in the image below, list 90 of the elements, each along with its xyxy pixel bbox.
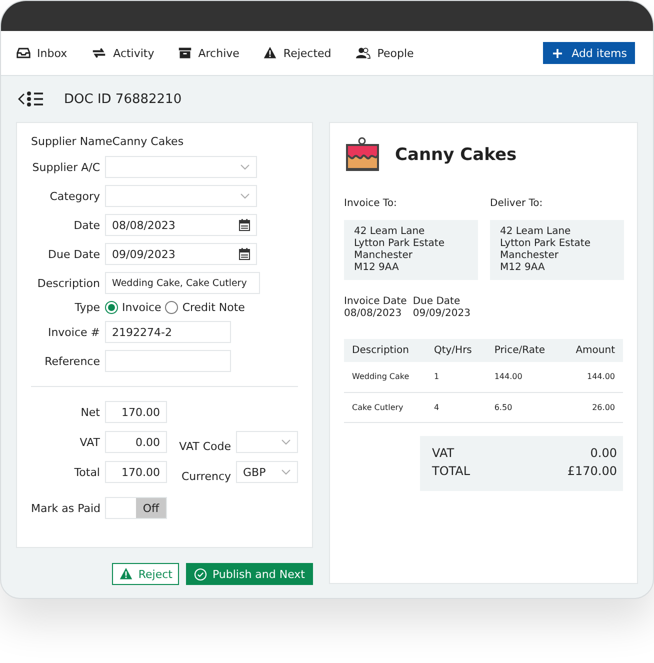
paid-toggle[interactable]: Off <box>105 497 167 519</box>
publish-button[interactable]: Publish and Next <box>186 563 313 585</box>
address-line: M12 9AA <box>500 262 546 274</box>
field-label: Invoice # <box>46 326 100 338</box>
date-field[interactable]: 08/08/2023 <box>105 214 257 236</box>
reject-button[interactable]: Reject <box>112 563 180 585</box>
warning-icon <box>263 46 278 60</box>
field-label: Total <box>73 466 100 478</box>
field-label: Supplier A/C <box>31 160 100 174</box>
column-header: Description <box>344 339 426 362</box>
table-cell: Cake Cutlery <box>344 392 426 422</box>
add-items-button[interactable]: Add items <box>542 42 635 64</box>
back-icon <box>18 93 26 105</box>
summary-label: VAT <box>432 446 456 460</box>
people-icon <box>355 46 372 60</box>
address-line: Manchester <box>354 250 414 262</box>
table-cell: 6.50 <box>486 392 562 422</box>
field-label: VAT <box>78 436 100 448</box>
nav-link[interactable]: People <box>355 46 414 60</box>
warning-icon <box>119 567 134 581</box>
radio-button[interactable] <box>165 301 178 314</box>
field-label: Supplier Name <box>31 135 112 148</box>
company-name: Canny Cakes <box>395 145 517 165</box>
chevron-down-icon <box>281 439 291 445</box>
field-label: Reference <box>44 354 100 368</box>
column-header: Amount <box>561 339 623 362</box>
nav-link[interactable]: Inbox <box>16 46 68 60</box>
nav-link[interactable]: Activity <box>91 46 154 60</box>
summary-label: TOTAL <box>432 464 472 478</box>
chevron-down-icon <box>281 469 291 475</box>
table-cell: 1 <box>426 362 486 392</box>
cake-icon <box>344 137 381 173</box>
table-cell: Wedding Cake <box>344 362 426 392</box>
field-label: Date <box>72 218 100 232</box>
select-field[interactable] <box>105 185 257 207</box>
address-line: M12 9AA <box>354 262 400 274</box>
radio-button[interactable] <box>105 301 118 314</box>
date-label: Invoice Date <box>344 296 407 308</box>
text-field[interactable]: Wedding Cake, Cake Cutlery <box>105 272 260 294</box>
table-cell: 144.00 <box>561 362 623 392</box>
date-label: Due Date <box>412 296 462 308</box>
chevron-down-icon <box>240 164 250 170</box>
check-circle-icon <box>194 568 208 580</box>
address-line: 42 Leam Lane <box>500 226 572 238</box>
field-label: VAT Code <box>178 440 231 453</box>
date-field[interactable]: 09/09/2023 <box>105 243 257 265</box>
list-icon <box>26 91 44 107</box>
table-cell: 4 <box>426 392 486 422</box>
arrows-icon <box>91 46 108 60</box>
address-line: Manchester <box>500 250 560 262</box>
amount-field[interactable]: 0.00 <box>105 431 167 453</box>
field-label: Description <box>36 276 100 290</box>
radio-label: Invoice <box>122 301 162 314</box>
radio-label: Credit Note <box>182 301 245 314</box>
field-label: Currency <box>180 470 231 483</box>
text-field[interactable]: 2192274-2 <box>105 321 231 343</box>
table-cell: 144.00 <box>486 362 562 392</box>
archive-icon <box>178 46 192 60</box>
field-label: Due Date <box>47 248 100 260</box>
select-field[interactable] <box>236 431 298 453</box>
date-value: 08/08/2023 <box>344 308 403 320</box>
select-field[interactable]: GBP <box>236 461 298 483</box>
address-line: Lytton Park Estate <box>354 238 446 250</box>
address-line: Lytton Park Estate <box>500 238 592 250</box>
supplier-name: Canny Cakes <box>112 135 184 148</box>
plus-icon <box>552 48 562 58</box>
text-field[interactable] <box>105 350 231 372</box>
address-heading: Deliver To: <box>490 198 543 209</box>
nav-link[interactable]: Rejected <box>263 46 332 60</box>
field-label: Category <box>48 190 100 202</box>
summary-value: £170.00 <box>567 464 617 478</box>
column-header: Price/Rate <box>486 339 562 362</box>
chevron-down-icon <box>240 193 250 199</box>
amount-field[interactable]: 170.00 <box>105 461 167 483</box>
field-label: Mark as Paid <box>31 502 100 514</box>
field-label: Net <box>80 406 100 418</box>
inbox-icon <box>16 46 31 60</box>
doc-title: DOC ID 76882210 <box>64 92 182 106</box>
table-cell: 26.00 <box>561 392 623 422</box>
field-label: Type <box>74 301 100 314</box>
select-field[interactable] <box>105 156 257 178</box>
calendar-icon <box>239 219 250 231</box>
address-line: 42 Leam Lane <box>354 226 426 238</box>
nav-link[interactable]: Archive <box>178 46 240 60</box>
summary-value: 0.00 <box>589 446 617 460</box>
column-header: Qty/Hrs <box>426 339 486 362</box>
date-value: 09/09/2023 <box>412 308 470 320</box>
amount-field[interactable]: 170.00 <box>105 401 167 423</box>
calendar-icon <box>239 248 250 260</box>
address-heading: Invoice To: <box>344 198 397 209</box>
